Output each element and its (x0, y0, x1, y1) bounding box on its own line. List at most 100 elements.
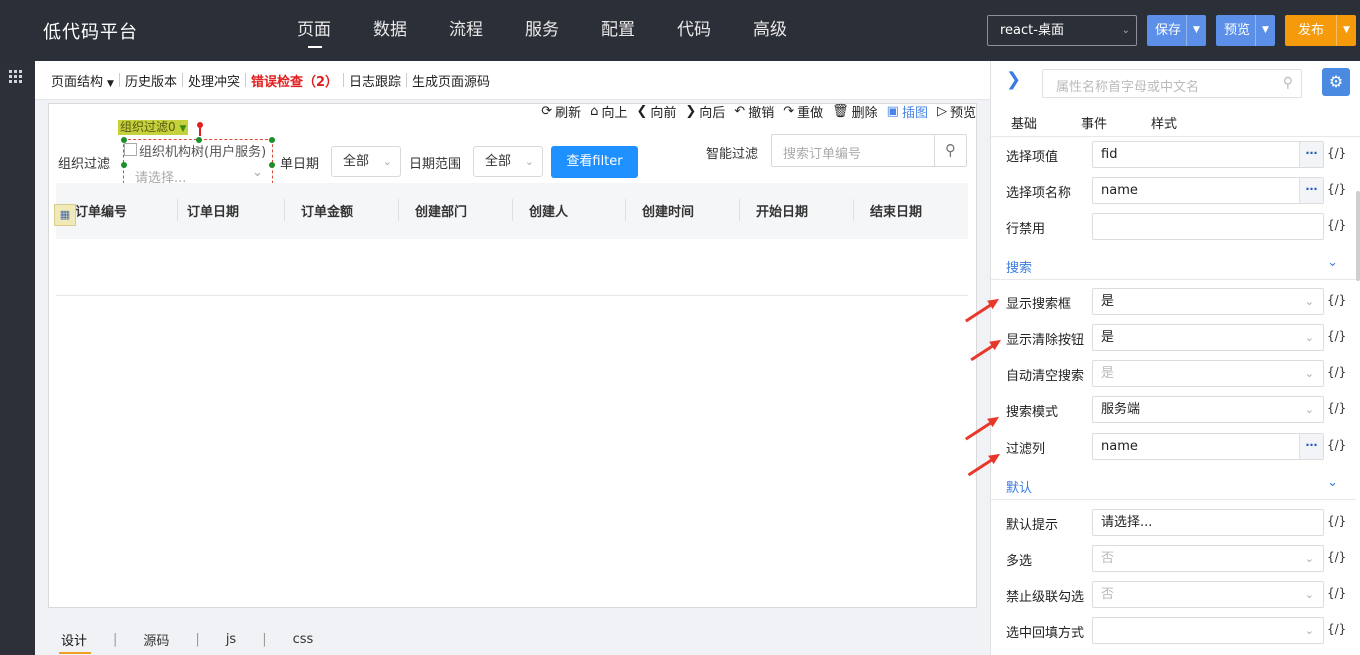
date-range-select[interactable]: 全部 ⌄ (473, 146, 543, 177)
tab-basic[interactable]: 基础 (1011, 113, 1037, 132)
canvas-preview-button[interactable]: ▷ 预览 (937, 101, 976, 121)
publish-button[interactable]: 发布 ▼ (1285, 15, 1356, 46)
refresh-button[interactable]: ⟳ 刷新 (541, 101, 581, 121)
order-search-input[interactable]: 搜索订单编号 (783, 143, 861, 162)
prop-select[interactable]: 是 ⌄ (1092, 288, 1324, 315)
save-button[interactable]: 保存 ▼ (1147, 15, 1206, 46)
expression-button[interactable]: {/} (1327, 293, 1346, 307)
prop-select[interactable]: ⌄ (1092, 617, 1324, 644)
move-up-button[interactable]: ⌂ 向上 (590, 101, 627, 121)
prop-select[interactable]: 是 ⌄ (1092, 360, 1324, 387)
prop-value: 服务端 (1101, 402, 1141, 417)
nav-item-service[interactable]: 服务 (525, 0, 601, 61)
column-header[interactable]: 结束日期 (870, 201, 922, 220)
resize-handle[interactable] (121, 137, 127, 143)
prop-row-show-search: 显示搜索框 是 ⌄ {/} (991, 288, 1356, 316)
insert-image-button[interactable]: ▣ 插图 (887, 101, 928, 121)
history-link[interactable]: 历史版本 (125, 71, 177, 90)
log-trace-link[interactable]: 日志跟踪 (349, 71, 401, 90)
tab-css[interactable]: css (293, 632, 314, 647)
prop-select[interactable]: 否 ⌄ (1092, 545, 1324, 572)
nav-item-data[interactable]: 数据 (373, 0, 449, 61)
expression-button[interactable]: {/} (1327, 146, 1346, 160)
expression-button[interactable]: {/} (1327, 365, 1346, 379)
delete-button[interactable]: 🗑 删除 (832, 101, 878, 121)
column-header[interactable]: 创建时间 (642, 201, 694, 220)
gear-icon[interactable]: ⚙ (1322, 68, 1350, 96)
prop-value: 否 (1101, 551, 1115, 566)
rotate-handle[interactable] (197, 122, 203, 128)
search-icon[interactable]: ⚲ (934, 135, 966, 166)
apps-grid-icon[interactable] (9, 70, 22, 83)
expression-button[interactable]: {/} (1327, 329, 1346, 343)
prop-select[interactable]: 是 ⌄ (1092, 324, 1324, 351)
more-icon[interactable]: ⋯ (1299, 142, 1323, 167)
resize-handle[interactable] (121, 162, 127, 168)
expression-button[interactable]: {/} (1327, 622, 1346, 636)
expression-button[interactable]: {/} (1327, 550, 1346, 564)
expression-button[interactable]: {/} (1327, 218, 1346, 232)
expression-button[interactable]: {/} (1327, 401, 1346, 415)
generate-source-link[interactable]: 生成页面源码 (412, 71, 490, 90)
section-search[interactable]: 搜索 ⌄ (991, 250, 1356, 280)
property-search-input[interactable]: 属性名称首字母或中文名 (1056, 76, 1199, 95)
more-icon[interactable]: ⋯ (1299, 178, 1323, 203)
checkbox[interactable] (124, 143, 137, 156)
column-header[interactable]: 订单日期 (187, 201, 239, 220)
expression-button[interactable]: {/} (1327, 586, 1346, 600)
property-search-box[interactable]: 属性名称首字母或中文名 ⚲ (1042, 69, 1302, 98)
resize-handle[interactable] (196, 137, 202, 143)
nav-item-page[interactable]: 页面 (297, 0, 373, 61)
column-header[interactable]: 开始日期 (756, 201, 808, 220)
order-date-select[interactable]: 全部 ⌄ (331, 146, 401, 177)
tab-events[interactable]: 事件 (1081, 113, 1107, 132)
section-default[interactable]: 默认 ⌄ (991, 470, 1356, 500)
expression-button[interactable]: {/} (1327, 438, 1346, 452)
nav-item-config[interactable]: 配置 (601, 0, 677, 61)
nav-item-code[interactable]: 代码 (677, 0, 753, 61)
order-search-box[interactable]: 搜索订单编号 ⚲ (771, 134, 967, 167)
design-canvas[interactable]: ⟳ 刷新 ⌂ 向上 ❮ 向前 ❯ 向后 ↶ 撤销 ↷ 重做 🗑 删除 ▣ 插图 ▷ 预览 组织过滤… (48, 103, 977, 608)
more-icon[interactable]: ⋯ (1299, 434, 1323, 459)
resize-handle[interactable] (269, 137, 275, 143)
nav-item-advanced[interactable]: 高级 (753, 0, 829, 61)
tab-js[interactable]: js (226, 632, 236, 647)
move-backward-button[interactable]: ❯ 向后 (685, 101, 725, 121)
column-header[interactable]: 创建部门 (415, 201, 467, 220)
column-header[interactable]: 订单编号 (75, 201, 127, 220)
prop-input[interactable]: 请选择... (1092, 509, 1324, 536)
prop-select[interactable]: 否 ⌄ (1092, 581, 1324, 608)
chevron-right-icon[interactable]: ❯ (1006, 69, 1021, 90)
move-forward-button[interactable]: ❮ 向前 (636, 101, 676, 121)
resize-handle[interactable] (269, 162, 275, 168)
prop-row-backfill-mode: 选中回填方式 ⌄ {/} (991, 617, 1356, 645)
prop-select[interactable]: 服务端 ⌄ (1092, 396, 1324, 423)
error-check-link[interactable]: 错误检查（2） (251, 71, 338, 90)
prop-input[interactable]: name ⋯ (1092, 177, 1324, 204)
preview-button[interactable]: 预览 ▼ (1216, 15, 1275, 46)
expression-button[interactable]: {/} (1327, 182, 1346, 196)
table-component-icon[interactable]: ▦ (54, 204, 76, 226)
query-filter-button[interactable]: 查看filter (551, 146, 638, 178)
column-header[interactable]: 创建人 (529, 201, 568, 220)
caret-down-icon[interactable]: ▼ (1255, 15, 1275, 46)
tab-source[interactable]: 源码 (143, 630, 169, 649)
prop-input[interactable] (1092, 213, 1324, 240)
caret-down-icon[interactable]: ▼ (1336, 15, 1356, 46)
caret-down-icon[interactable]: ▼ (1186, 15, 1206, 46)
page-structure-menu[interactable]: 页面结构 ▼ (51, 71, 114, 90)
expression-button[interactable]: {/} (1327, 514, 1346, 528)
selected-org-tree-component[interactable]: 组织机构树(用户服务) 请选择... ⌄ (121, 137, 275, 192)
column-header[interactable]: 订单金额 (301, 201, 353, 220)
nav-item-flow[interactable]: 流程 (449, 0, 525, 61)
scrollbar[interactable] (1356, 191, 1360, 281)
prop-input[interactable]: name ⋯ (1092, 433, 1324, 460)
conflict-link[interactable]: 处理冲突 (188, 71, 240, 90)
undo-button[interactable]: ↶ 撤销 (734, 101, 774, 121)
tab-design[interactable]: 设计 (58, 630, 92, 654)
tab-style[interactable]: 样式 (1151, 113, 1177, 132)
prop-input[interactable]: fid ⋯ (1092, 141, 1324, 168)
environment-select[interactable]: react-桌面 ⌄ (987, 15, 1137, 46)
selected-component-tag[interactable]: 组织过滤0 ▼ (118, 120, 189, 135)
redo-button[interactable]: ↷ 重做 (783, 101, 823, 121)
